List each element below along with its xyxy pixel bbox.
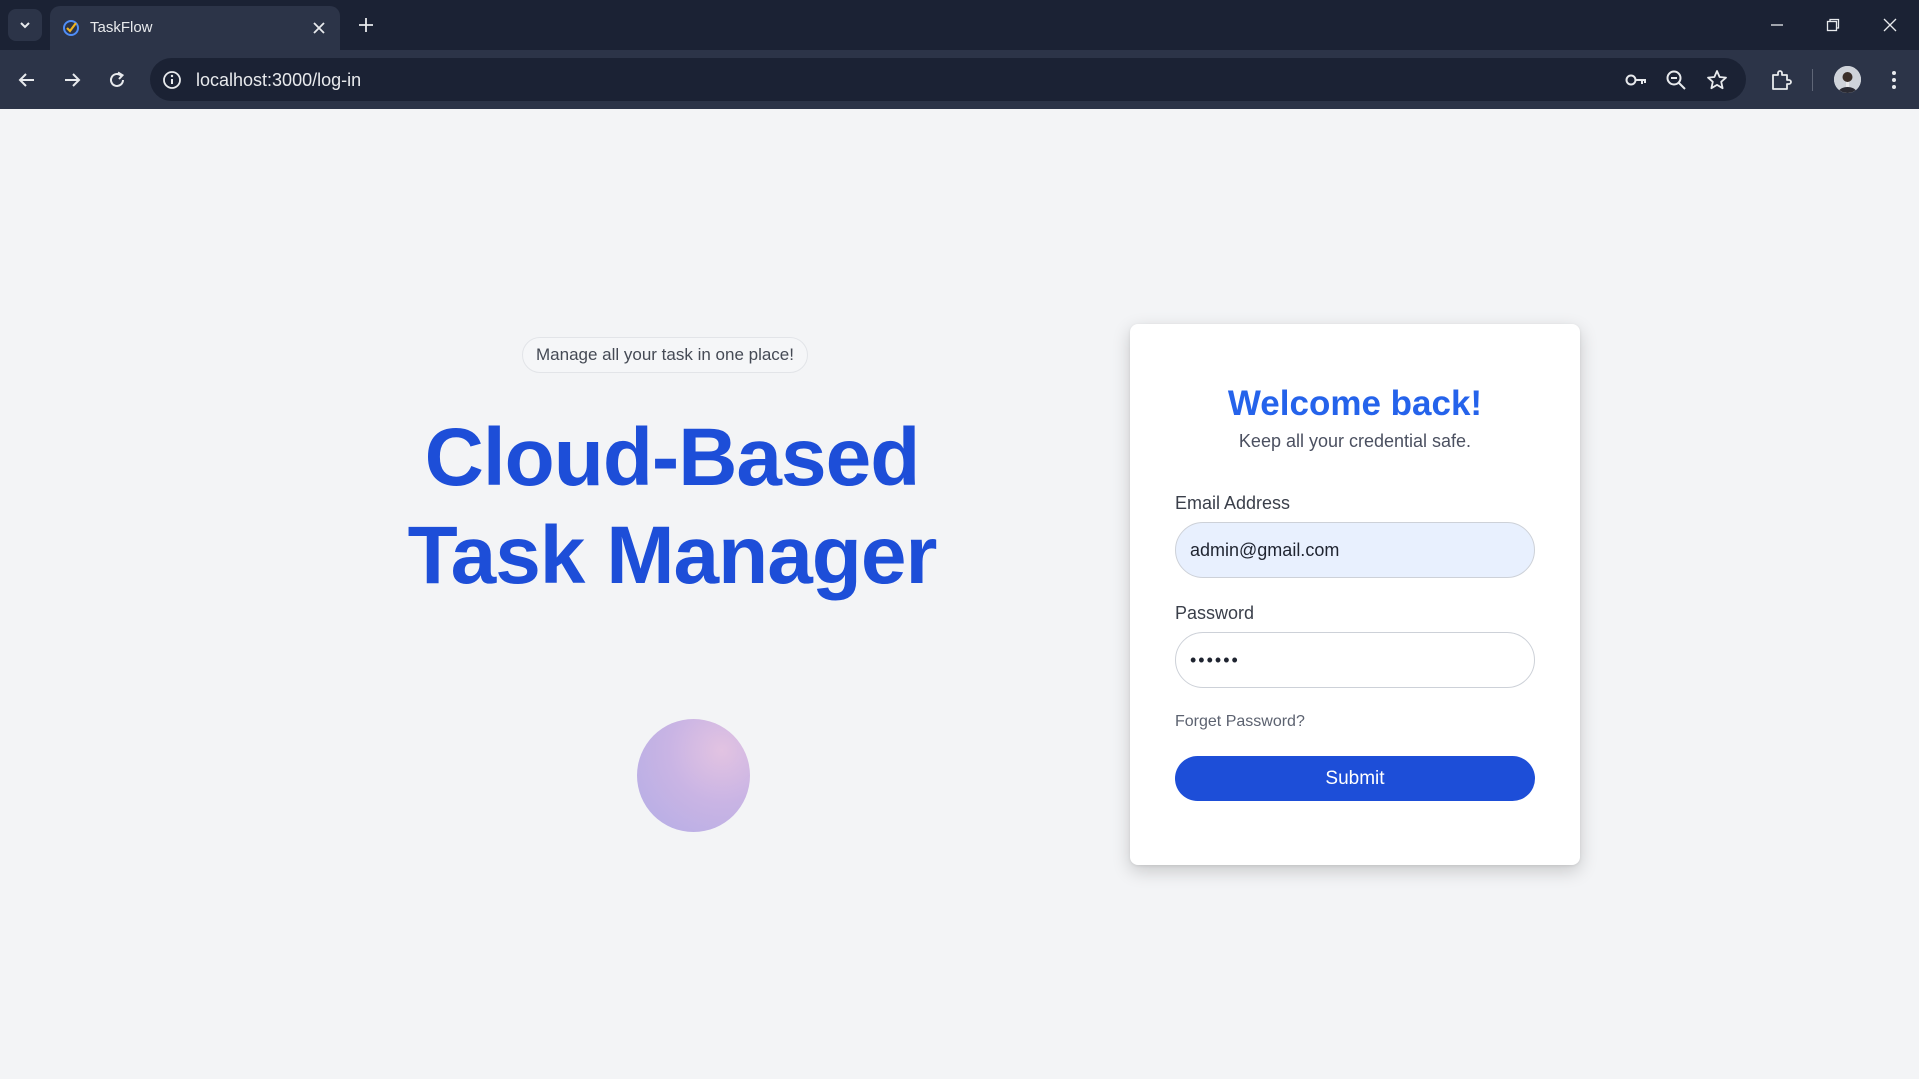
kebab-menu-icon xyxy=(1892,71,1896,89)
minimize-icon xyxy=(1771,24,1783,26)
login-card: Welcome back! Keep all your credential s… xyxy=(1130,324,1580,865)
key-icon xyxy=(1625,74,1646,86)
reload-button[interactable] xyxy=(101,64,133,96)
decorative-gradient-circle xyxy=(637,719,750,832)
info-icon xyxy=(163,71,181,89)
forget-password-link[interactable]: Forget Password? xyxy=(1175,713,1305,731)
tagline-badge: Manage all your task in one place! xyxy=(522,337,808,373)
browser-tab-bar: TaskFlow xyxy=(0,0,1919,50)
reload-icon xyxy=(110,71,125,87)
hero-title: Cloud-Based Task Manager xyxy=(372,409,972,605)
login-title: Welcome back! xyxy=(1227,384,1483,423)
url-text[interactable]: localhost:3000/log-in xyxy=(196,70,361,91)
new-tab-button[interactable] xyxy=(352,11,380,39)
browser-toolbar: localhost:3000/log-in xyxy=(0,50,1919,109)
browser-menu-button[interactable] xyxy=(1878,64,1910,96)
restore-button[interactable] xyxy=(1813,8,1853,42)
submit-button[interactable]: Submit xyxy=(1175,756,1535,801)
password-label: Password xyxy=(1175,603,1255,623)
close-icon xyxy=(313,22,325,34)
close-window-button[interactable] xyxy=(1870,8,1910,42)
minimize-button[interactable] xyxy=(1757,8,1797,42)
taskflow-favicon xyxy=(63,20,79,36)
chevron-down-icon xyxy=(20,22,30,29)
toolbar-divider xyxy=(1812,69,1813,91)
puzzle-icon xyxy=(1772,70,1792,90)
zoom-icon xyxy=(1666,70,1686,90)
restore-icon xyxy=(1826,18,1840,32)
profile-photo-icon xyxy=(1834,66,1861,93)
password-manager-button[interactable] xyxy=(1623,67,1649,93)
address-bar[interactable]: localhost:3000/log-in xyxy=(150,58,1746,101)
browser-tab[interactable]: TaskFlow xyxy=(50,6,340,50)
extensions-button[interactable] xyxy=(1765,64,1797,96)
avatar[interactable] xyxy=(1834,66,1861,93)
login-page: Manage all your task in one place! Cloud… xyxy=(0,109,1919,1079)
site-info-button[interactable] xyxy=(160,68,184,92)
zoom-button[interactable] xyxy=(1663,67,1689,93)
email-label: Email Address xyxy=(1175,493,1291,513)
hero-title-line-1: Cloud-Based xyxy=(424,412,921,503)
login-subtitle: Keep all your credential safe. xyxy=(1238,431,1472,451)
plus-icon xyxy=(359,18,373,32)
tab-search-button[interactable] xyxy=(8,9,42,41)
close-icon xyxy=(1883,18,1897,32)
arrow-right-icon xyxy=(65,73,81,87)
hero-title-line-2: Task Manager xyxy=(407,510,938,601)
password-field[interactable] xyxy=(1175,632,1535,688)
email-field[interactable] xyxy=(1175,522,1535,578)
close-tab-button[interactable] xyxy=(308,17,330,39)
arrow-left-icon xyxy=(18,73,34,87)
back-button[interactable] xyxy=(11,64,43,96)
bookmark-button[interactable] xyxy=(1704,67,1730,93)
forward-button[interactable] xyxy=(56,64,88,96)
tab-title: TaskFlow xyxy=(90,19,153,36)
star-icon xyxy=(1707,70,1727,90)
